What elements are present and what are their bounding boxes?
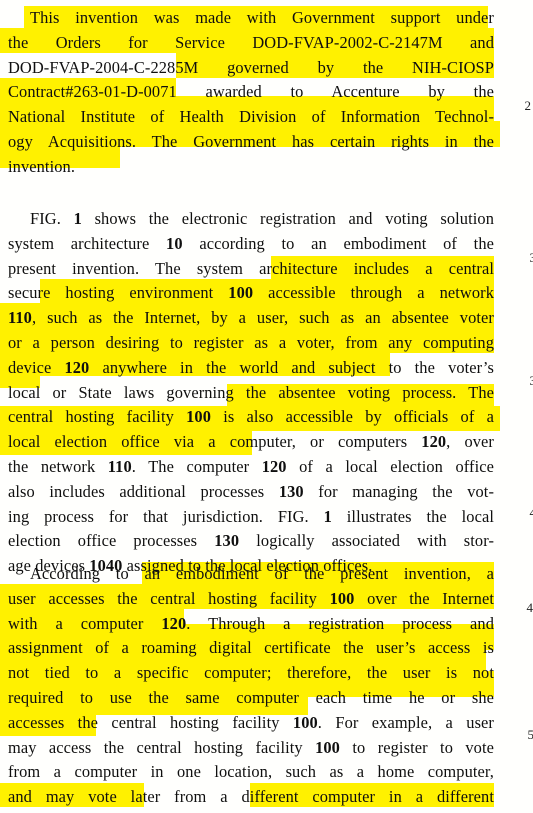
paragraph-government-support: This invention was made with Government …: [8, 6, 494, 180]
text-line: may access the central hosting facility …: [8, 737, 494, 757]
text-line: According to an embodiment of the presen…: [30, 564, 494, 583]
text-line: accesses the central hosting facility 10…: [8, 712, 494, 732]
text-line: present invention. The system architectu…: [8, 258, 494, 278]
text-line: secure hosting environment 100 accessibl…: [8, 283, 494, 303]
text-line: Contract#263-01-D-0071 awarded to Accent…: [8, 82, 494, 102]
line-number: 3: [529, 250, 533, 265]
patent-page: This invention was made with Government …: [0, 0, 533, 813]
text-line: FIG. 1 shows the electronic registration…: [30, 209, 494, 228]
text-line: from a computer in one location, such as…: [8, 762, 494, 782]
text-line: and may vote later from a different comp…: [8, 787, 494, 807]
text-line: system architecture 10 according to an e…: [8, 233, 494, 253]
text-line: required to use the same computer each t…: [8, 687, 494, 707]
line-number: 5: [527, 727, 533, 742]
text-line: or a person desiring to register as a vo…: [8, 332, 494, 352]
text-line: the Orders for Service DOD-FVAP-2002-C-2…: [8, 32, 494, 52]
text-line: ing process for that jurisdiction. FIG. …: [8, 506, 494, 526]
text-line: with a computer 120. Through a registrat…: [8, 613, 494, 633]
line-number: 4: [526, 600, 533, 615]
text-line: user accesses the central hosting facili…: [8, 588, 494, 608]
line-number: 2: [524, 98, 532, 113]
text-line: invention.: [8, 156, 76, 176]
line-number: 3: [529, 373, 533, 388]
paragraph-fig1-architecture: FIG. 1 shows the electronic registration…: [8, 207, 494, 579]
text-line: election office processes 130 logically …: [8, 531, 494, 551]
line-number: 4: [529, 505, 533, 520]
text-line: not tied to a specific computer; therefo…: [8, 663, 494, 683]
text-line: local or State laws governing the absent…: [8, 382, 494, 402]
text-line: device 120 anywhere in the world and sub…: [8, 357, 494, 377]
text-line: local election office via a computer, or…: [8, 432, 494, 452]
text-line: This invention was made with Government …: [30, 8, 494, 27]
text-line: also includes additional processes 130 f…: [8, 481, 494, 501]
text-line: 110, such as the Internet, by a user, su…: [8, 308, 494, 328]
paragraph-roaming-certificate: According to an embodiment of the presen…: [8, 562, 494, 813]
text-line: National Institute of Health Division of…: [8, 107, 494, 127]
text-line: DOD-FVAP-2004-C-2285M governed by the NI…: [8, 57, 494, 77]
text-line: the network 110. The computer 120 of a l…: [8, 456, 494, 476]
text-line: central hosting facility 100 is also acc…: [8, 407, 494, 427]
text-line: ogy Acquisitions. The Government has cer…: [8, 131, 494, 151]
text-line: assignment of a roaming digital certific…: [8, 638, 494, 658]
